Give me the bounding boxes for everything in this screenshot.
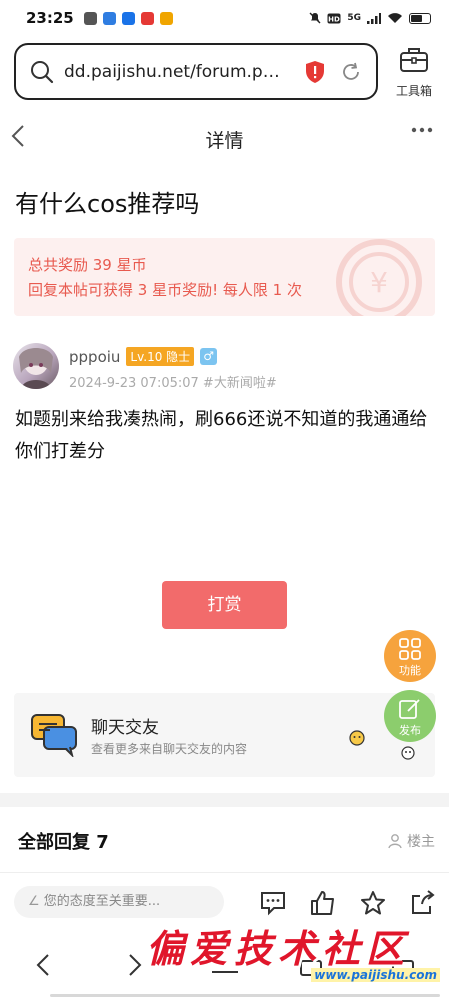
status-app-icons xyxy=(83,11,173,25)
app-notification-icon xyxy=(121,11,135,25)
browser-back-icon[interactable] xyxy=(34,952,52,978)
toolbox-button[interactable]: 工具箱 xyxy=(390,46,438,99)
svg-text:HD: HD xyxy=(329,15,341,23)
page-title: 详情 xyxy=(205,130,244,152)
mute-icon xyxy=(309,12,321,24)
post-content: 如题别来给我凑热闹，刷666还说不知道的我通通给你们打差分 xyxy=(15,409,428,462)
comment-icon[interactable] xyxy=(260,890,286,916)
like-icon[interactable] xyxy=(310,890,336,916)
edit-icon xyxy=(399,699,420,719)
wifi-icon xyxy=(388,13,402,23)
status-bar: 23:25 HD 5G xyxy=(0,0,449,36)
action-bar: ∠ 您的态度至关重要... xyxy=(0,872,449,930)
toolbox-label: 工具箱 xyxy=(395,84,432,98)
app-notification-icon xyxy=(140,11,154,25)
more-icon[interactable] xyxy=(411,126,433,134)
reply-placeholder: 您的态度至关重要... xyxy=(43,894,161,909)
address-bar[interactable]: dd.paijishu.net/forum.p… xyxy=(14,43,378,100)
publish-fab-label: 发布 xyxy=(399,724,421,737)
toolbox-icon xyxy=(400,48,428,72)
avatar-image xyxy=(19,348,53,389)
grid-icon xyxy=(399,638,421,660)
level-badge: Lv.10 隐士 xyxy=(126,347,195,366)
browser-nav-bar xyxy=(0,930,449,1000)
post-title: 有什么cos推荐吗 xyxy=(15,190,200,218)
search-icon xyxy=(31,60,54,83)
section-divider xyxy=(0,793,449,807)
tabs-icon[interactable] xyxy=(300,960,322,976)
star-icon[interactable] xyxy=(360,890,386,916)
chat-card-subtitle: 查看更多来自聊天交友的内容 xyxy=(91,742,248,756)
app-notification-icon xyxy=(102,11,116,25)
male-icon: ♂ xyxy=(200,348,218,365)
page-header: 详情 xyxy=(0,116,449,158)
svg-text:¥: ¥ xyxy=(370,266,388,299)
function-fab[interactable]: 功能 xyxy=(384,630,436,682)
menu-icon[interactable] xyxy=(212,966,238,978)
author-row: pppoiu Lv.10 隐士 ♂ xyxy=(69,347,218,366)
url-text[interactable]: dd.paijishu.net/forum.p… xyxy=(64,62,284,82)
chat-forum-card[interactable]: 聊天交友 查看更多来自聊天交友的内容 xyxy=(14,693,435,777)
publish-fab[interactable]: 发布 xyxy=(384,690,436,742)
replies-header: 全部回复 7 xyxy=(14,828,109,854)
hd-icon: HD xyxy=(327,13,341,23)
app-notification-icon xyxy=(159,11,173,25)
pen-icon: ∠ xyxy=(28,894,44,909)
reward-rule: 回复本帖可获得 3 星币奖励! 每人限 1 次 xyxy=(28,281,302,299)
replies-count: 全部回复 7 xyxy=(18,832,109,853)
home-indicator[interactable] xyxy=(50,994,440,997)
reply-input[interactable]: ∠ 您的态度至关重要... xyxy=(14,886,224,918)
security-warning-icon[interactable] xyxy=(304,60,326,84)
reward-total: 总共奖励 39 星币 xyxy=(28,256,147,274)
share-icon[interactable] xyxy=(410,890,436,916)
home-icon[interactable] xyxy=(392,960,414,976)
status-indicators: HD 5G xyxy=(309,12,431,24)
battery-icon xyxy=(409,12,431,24)
post-meta: 2024-9-23 07:05:07 #大新闻啦# xyxy=(69,376,277,391)
tip-button[interactable]: 打赏 xyxy=(162,581,287,629)
browser-forward-icon[interactable] xyxy=(126,952,144,978)
emoji-decoration-icon xyxy=(349,730,365,746)
coin-icon: ¥ xyxy=(336,239,422,316)
function-fab-label: 功能 xyxy=(399,664,421,677)
reload-icon[interactable] xyxy=(340,61,362,83)
signal-icon xyxy=(367,12,381,24)
reward-box: 总共奖励 39 星币 回复本帖可获得 3 星币奖励! 每人限 1 次 ¥ xyxy=(14,238,435,316)
emoji-decoration-icon xyxy=(401,746,415,760)
owner-filter-label: 楼主 xyxy=(407,834,435,850)
person-icon xyxy=(388,834,402,849)
status-time: 23:25 xyxy=(26,9,74,27)
chat-card-title: 聊天交友 xyxy=(91,718,159,738)
app-notification-icon xyxy=(83,11,97,25)
owner-only-filter[interactable]: 楼主 xyxy=(388,831,435,851)
network-label: 5G xyxy=(347,13,361,23)
author-name[interactable]: pppoiu xyxy=(69,348,120,366)
chat-bubble-icon xyxy=(31,714,77,757)
avatar[interactable] xyxy=(13,343,59,389)
